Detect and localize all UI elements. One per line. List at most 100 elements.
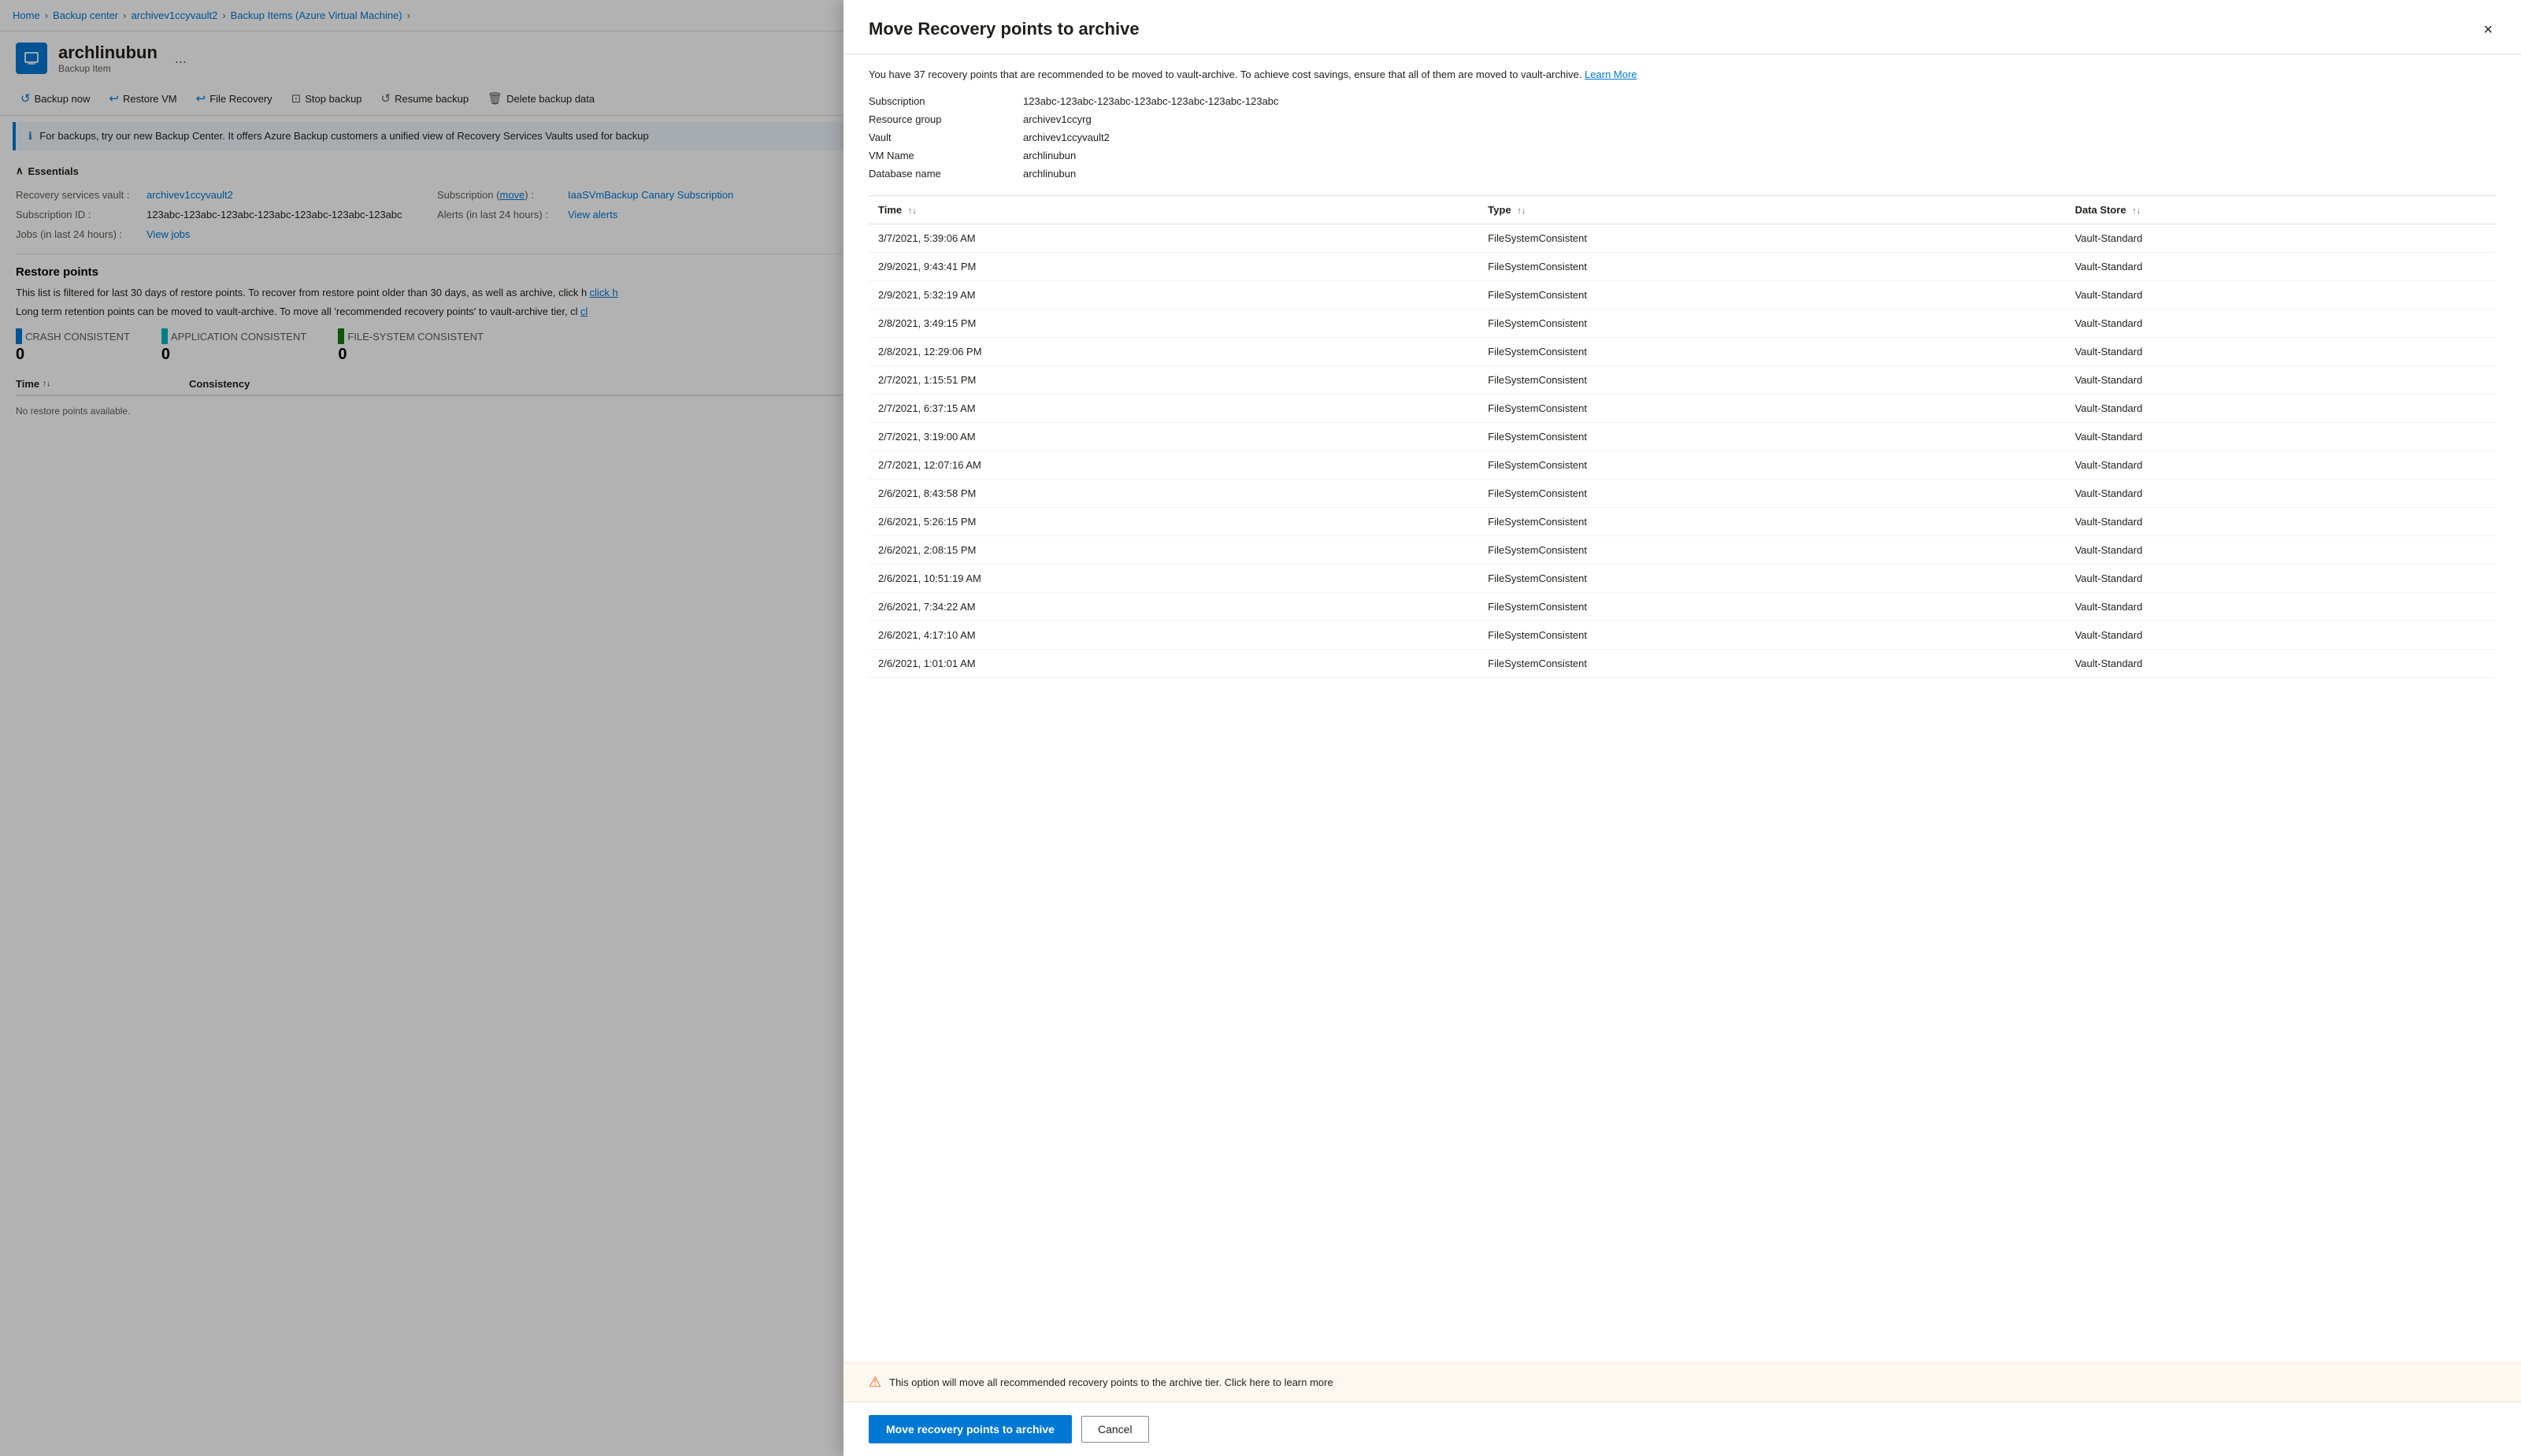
panel-cell-datastore-15: Vault-Standard (2066, 649, 2496, 677)
panel-cell-time-14: 2/6/2021, 4:17:10 AM (869, 621, 1478, 649)
panel-cell-time-9: 2/6/2021, 8:43:58 PM (869, 479, 1478, 507)
panel-table-row: 2/7/2021, 12:07:16 AM FileSystemConsiste… (869, 450, 2496, 479)
panel-cell-time-8: 2/7/2021, 12:07:16 AM (869, 450, 1478, 479)
panel-cell-datastore-13: Vault-Standard (2066, 592, 2496, 621)
panel-cell-type-6: FileSystemConsistent (1478, 394, 2065, 422)
panel-title: Move Recovery points to archive (869, 19, 1140, 39)
panel-cell-type-0: FileSystemConsistent (1478, 224, 2065, 252)
panel-cell-type-10: FileSystemConsistent (1478, 507, 2065, 535)
panel-cell-type-13: FileSystemConsistent (1478, 592, 2065, 621)
panel-cell-time-15: 2/6/2021, 1:01:01 AM (869, 649, 1478, 677)
panel-cell-datastore-8: Vault-Standard (2066, 450, 2496, 479)
panel-th-datastore[interactable]: Data Store ↑↓ (2066, 196, 2496, 224)
panel-field-label-rg: Resource group (869, 113, 1010, 125)
panel-description: You have 37 recovery points that are rec… (869, 67, 2496, 83)
panel-cell-time-2: 2/9/2021, 5:32:19 AM (869, 280, 1478, 309)
panel-info-fields: Subscription 123abc-123abc-123abc-123abc… (869, 95, 2496, 180)
panel-cell-type-8: FileSystemConsistent (1478, 450, 2065, 479)
cancel-button[interactable]: Cancel (1081, 1416, 1149, 1443)
panel-cell-time-3: 2/8/2021, 3:49:15 PM (869, 309, 1478, 337)
panel-table-row: 2/6/2021, 4:17:10 AM FileSystemConsisten… (869, 621, 2496, 649)
panel-cell-datastore-6: Vault-Standard (2066, 394, 2496, 422)
panel-th-time-label: Time (878, 204, 902, 216)
panel-table-row: 2/6/2021, 10:51:19 AM FileSystemConsiste… (869, 564, 2496, 592)
panel-field-label-vault: Vault (869, 132, 1010, 143)
panel-field-value-subscription: 123abc-123abc-123abc-123abc-123abc-123ab… (1023, 95, 2496, 107)
panel-table-row: 2/6/2021, 8:43:58 PM FileSystemConsisten… (869, 479, 2496, 507)
panel-cell-type-4: FileSystemConsistent (1478, 337, 2065, 365)
panel-body: You have 37 recovery points that are rec… (843, 54, 2521, 1362)
panel-cell-time-10: 2/6/2021, 5:26:15 PM (869, 507, 1478, 535)
panel-th-datastore-label: Data Store (2075, 204, 2126, 216)
panel-th-type[interactable]: Type ↑↓ (1478, 196, 2065, 224)
panel-cell-time-12: 2/6/2021, 10:51:19 AM (869, 564, 1478, 592)
panel-sort-type-icon: ↑↓ (1517, 206, 1526, 216)
panel-field-label-vmname: VM Name (869, 150, 1010, 161)
panel-th-time[interactable]: Time ↑↓ (869, 196, 1478, 224)
panel-cell-datastore-7: Vault-Standard (2066, 422, 2496, 450)
panel-cell-datastore-4: Vault-Standard (2066, 337, 2496, 365)
panel-table-row: 2/7/2021, 6:37:15 AM FileSystemConsisten… (869, 394, 2496, 422)
panel-sort-datastore-icon: ↑↓ (2132, 206, 2141, 216)
panel-cell-type-14: FileSystemConsistent (1478, 621, 2065, 649)
panel-table-row: 2/9/2021, 9:43:41 PM FileSystemConsisten… (869, 252, 2496, 280)
panel-table-row: 2/6/2021, 2:08:15 PM FileSystemConsisten… (869, 535, 2496, 564)
panel-cell-type-1: FileSystemConsistent (1478, 252, 2065, 280)
panel-cell-type-9: FileSystemConsistent (1478, 479, 2065, 507)
panel-cell-time-11: 2/6/2021, 2:08:15 PM (869, 535, 1478, 564)
panel-cell-type-3: FileSystemConsistent (1478, 309, 2065, 337)
panel-close-button[interactable]: × (2480, 19, 2496, 41)
panel-table-row: 2/6/2021, 5:26:15 PM FileSystemConsisten… (869, 507, 2496, 535)
panel-cell-type-12: FileSystemConsistent (1478, 564, 2065, 592)
panel-cell-datastore-12: Vault-Standard (2066, 564, 2496, 592)
panel-field-label-subscription: Subscription (869, 95, 1010, 107)
panel-table-header-row: Time ↑↓ Type ↑↓ Data Store ↑↓ (869, 196, 2496, 224)
warning-icon: ⚠ (869, 1374, 881, 1391)
panel-table-row: 2/7/2021, 3:19:00 AM FileSystemConsisten… (869, 422, 2496, 450)
panel-cell-time-7: 2/7/2021, 3:19:00 AM (869, 422, 1478, 450)
panel-cell-datastore-5: Vault-Standard (2066, 365, 2496, 394)
panel-cell-time-5: 2/7/2021, 1:15:51 PM (869, 365, 1478, 394)
panel-table-row: 2/6/2021, 1:01:01 AM FileSystemConsisten… (869, 649, 2496, 677)
panel-field-value-dbname: archlinubun (1023, 168, 2496, 180)
panel-table-row: 2/8/2021, 12:29:06 PM FileSystemConsiste… (869, 337, 2496, 365)
panel-cell-type-5: FileSystemConsistent (1478, 365, 2065, 394)
panel-cell-datastore-0: Vault-Standard (2066, 224, 2496, 252)
panel-cell-type-2: FileSystemConsistent (1478, 280, 2065, 309)
warning-text: This option will move all recommended re… (889, 1376, 1333, 1388)
panel-cell-datastore-1: Vault-Standard (2066, 252, 2496, 280)
panel-cell-type-11: FileSystemConsistent (1478, 535, 2065, 564)
panel-cell-datastore-10: Vault-Standard (2066, 507, 2496, 535)
move-recovery-button[interactable]: Move recovery points to archive (869, 1415, 1072, 1443)
move-recovery-panel: Move Recovery points to archive × You ha… (843, 0, 2521, 1456)
panel-table: Time ↑↓ Type ↑↓ Data Store ↑↓ (869, 196, 2496, 678)
panel-cell-type-7: FileSystemConsistent (1478, 422, 2065, 450)
panel-field-label-dbname: Database name (869, 168, 1010, 180)
panel-table-row: 3/7/2021, 5:39:06 AM FileSystemConsisten… (869, 224, 2496, 252)
panel-learn-more-link[interactable]: Learn More (1585, 69, 1637, 80)
panel-cell-datastore-2: Vault-Standard (2066, 280, 2496, 309)
panel-cell-type-15: FileSystemConsistent (1478, 649, 2065, 677)
panel-table-row: 2/6/2021, 7:34:22 AM FileSystemConsisten… (869, 592, 2496, 621)
panel-field-value-vault: archivev1ccyvault2 (1023, 132, 2496, 143)
panel-sort-time-icon: ↑↓ (908, 206, 917, 216)
panel-table-row: 2/8/2021, 3:49:15 PM FileSystemConsisten… (869, 309, 2496, 337)
panel-tbody: 3/7/2021, 5:39:06 AM FileSystemConsisten… (869, 224, 2496, 677)
panel-field-value-vmname: archlinubun (1023, 150, 2496, 161)
panel-cell-time-4: 2/8/2021, 12:29:06 PM (869, 337, 1478, 365)
panel-table-row: 2/7/2021, 1:15:51 PM FileSystemConsisten… (869, 365, 2496, 394)
panel-cell-datastore-14: Vault-Standard (2066, 621, 2496, 649)
panel-cell-datastore-9: Vault-Standard (2066, 479, 2496, 507)
panel-table-row: 2/9/2021, 5:32:19 AM FileSystemConsisten… (869, 280, 2496, 309)
panel-cell-time-6: 2/7/2021, 6:37:15 AM (869, 394, 1478, 422)
panel-cell-time-0: 3/7/2021, 5:39:06 AM (869, 224, 1478, 252)
panel-cell-time-13: 2/6/2021, 7:34:22 AM (869, 592, 1478, 621)
panel-th-type-label: Type (1488, 204, 1511, 216)
panel-cell-datastore-3: Vault-Standard (2066, 309, 2496, 337)
panel-footer: Move recovery points to archive Cancel (843, 1402, 2521, 1456)
panel-cell-time-1: 2/9/2021, 9:43:41 PM (869, 252, 1478, 280)
panel-table-wrap[interactable]: Time ↑↓ Type ↑↓ Data Store ↑↓ (869, 195, 2496, 1363)
warning-bar: ⚠ This option will move all recommended … (843, 1362, 2521, 1402)
panel-header: Move Recovery points to archive × (843, 0, 2521, 54)
panel-cell-datastore-11: Vault-Standard (2066, 535, 2496, 564)
